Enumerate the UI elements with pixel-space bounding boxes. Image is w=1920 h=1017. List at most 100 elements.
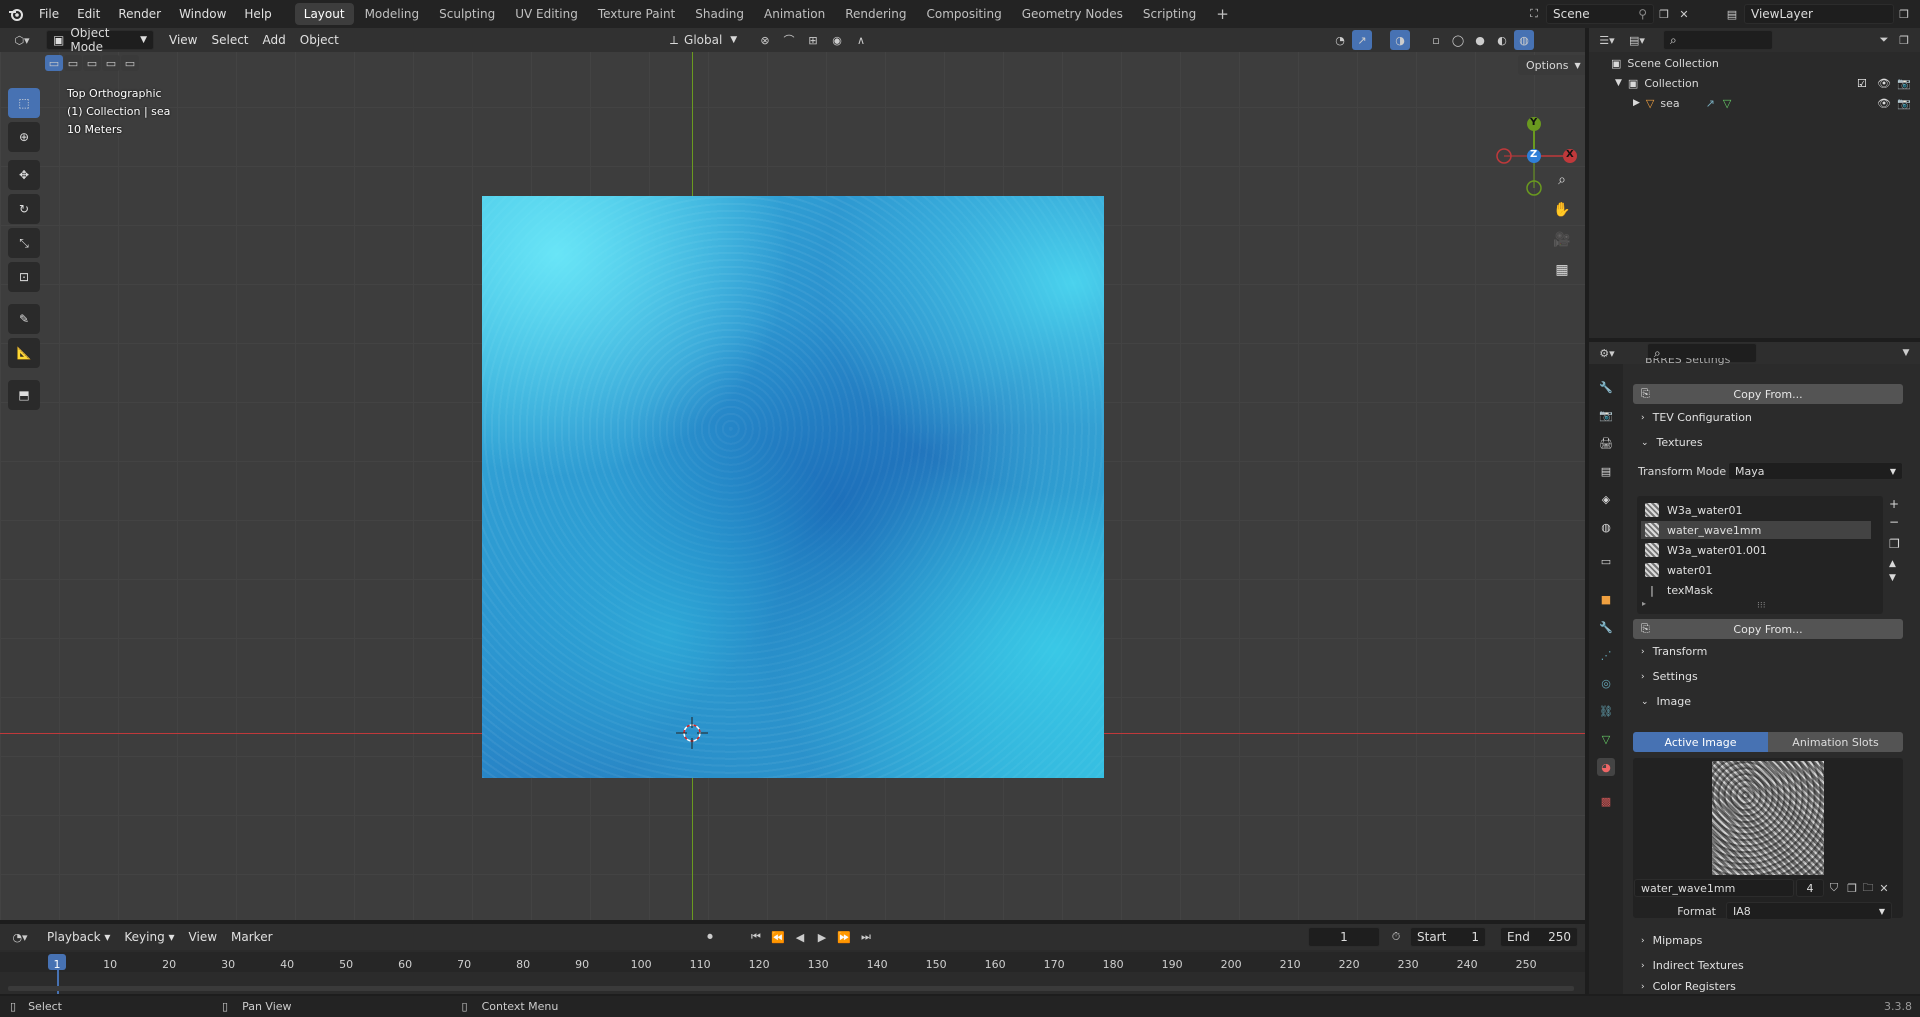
current-frame-field[interactable]: 1 — [1308, 927, 1380, 947]
view-layer-icon[interactable]: ▤ — [1722, 4, 1742, 24]
menu-select[interactable]: Select — [204, 33, 255, 47]
list-resize-handle[interactable]: ⁝⁝⁝ — [1757, 601, 1766, 611]
remove-texture-icon[interactable]: − — [1889, 515, 1900, 529]
3d-cursor-icon[interactable] — [676, 717, 708, 749]
menu-file[interactable]: File — [30, 0, 68, 28]
transform-panel[interactable]: › Transform — [1641, 645, 1707, 658]
list-filter-icon[interactable]: ▸ — [1642, 599, 1646, 608]
falloff-icon[interactable]: ∧ — [851, 30, 871, 50]
menu-playback[interactable]: Playback ▾ — [40, 930, 117, 944]
eye-icon[interactable]: 👁 — [1877, 77, 1891, 90]
menu-object[interactable]: Object — [293, 33, 346, 47]
pan-hand-icon[interactable]: ✋ — [1549, 197, 1575, 223]
snap-icon[interactable]: ⌒ — [779, 30, 799, 50]
select-subtract-icon[interactable]: ▭ — [83, 55, 101, 71]
tab-layout[interactable]: Layout — [294, 3, 354, 25]
move-down-icon[interactable]: ▼ — [1889, 573, 1900, 583]
material-tab-icon[interactable]: ◕ — [1597, 758, 1615, 776]
image-users-count[interactable]: 4 — [1796, 879, 1824, 897]
list-item[interactable]: W3a_water01.001 — [1641, 541, 1871, 559]
outliner-scene-collection[interactable]: ▣ Scene Collection — [1589, 53, 1920, 73]
select-extend-icon[interactable]: ▭ — [64, 55, 82, 71]
physics-tab-icon[interactable]: ◎ — [1597, 674, 1615, 692]
list-item[interactable]: water_wave1mm — [1641, 521, 1871, 539]
modifier-icon[interactable]: ↗ — [1706, 97, 1715, 110]
3d-viewport[interactable]: ⬡▾ ▣ Object Mode ▼ View Select Add Objec… — [0, 28, 1585, 920]
transform-mode-select[interactable]: Maya ▼ — [1728, 462, 1903, 480]
view-layer-tab-icon[interactable]: ▤ — [1597, 462, 1615, 480]
mipmaps-panel[interactable]: › Mipmaps — [1641, 934, 1702, 947]
pivot-icon[interactable]: ⊗ — [755, 30, 775, 50]
pin-icon[interactable]: ⚲ — [1638, 7, 1647, 21]
collection-tab-icon[interactable]: ▭ — [1597, 552, 1615, 570]
play-icon[interactable]: ▶ — [812, 927, 832, 947]
select-new-icon[interactable]: ▭ — [45, 55, 63, 71]
output-tab-icon[interactable]: 🖨 — [1597, 434, 1615, 452]
filter-icon[interactable]: ⏷ — [1874, 30, 1894, 50]
scene-name-field[interactable]: Scene ⚲ — [1546, 4, 1654, 24]
texture-tab-icon[interactable]: ▩ — [1597, 792, 1615, 810]
new-view-layer-icon[interactable]: ❐ — [1894, 4, 1914, 24]
blender-logo-icon[interactable] — [6, 4, 26, 24]
list-item[interactable]: | texMask — [1641, 581, 1871, 599]
tab-geometry-nodes[interactable]: Geometry Nodes — [1013, 3, 1132, 25]
image-panel[interactable]: ⌄ Image — [1641, 695, 1691, 708]
menu-view[interactable]: View — [182, 930, 224, 944]
outliner-item-sea[interactable]: ▶ ▽ sea ↗ ▽ 👁 📷 — [1589, 93, 1920, 113]
rendered-shading-icon[interactable]: ◍ — [1514, 30, 1534, 50]
timeline-scrollbar[interactable] — [8, 986, 1574, 991]
measure-tool-icon[interactable]: 📐 — [8, 338, 40, 368]
tab-modeling[interactable]: Modeling — [356, 3, 429, 25]
brres-settings-header[interactable]: BRRES Settings — [1645, 358, 1730, 366]
chevron-down-icon[interactable]: ▼ — [1896, 343, 1916, 363]
editor-type-icon[interactable]: ⬡▾ — [12, 30, 32, 50]
select-intersect-icon[interactable]: ▭ — [121, 55, 139, 71]
display-mode-icon[interactable]: ▤▾ — [1627, 30, 1647, 50]
list-item[interactable]: W3a_water01 — [1641, 501, 1871, 519]
outliner-item-collection[interactable]: ▼ ▣ Collection ☑ 👁 📷 — [1589, 73, 1920, 93]
object-tab-icon[interactable]: ■ — [1597, 590, 1615, 608]
image-name-field[interactable]: water_wave1mm — [1634, 879, 1794, 897]
properties-editor-icon[interactable]: ⚙▾ — [1597, 343, 1617, 363]
outliner-search-input[interactable]: ⌕ — [1663, 30, 1773, 50]
exclude-checkbox[interactable]: ☑ — [1857, 77, 1867, 90]
end-frame-field[interactable]: End 250 — [1500, 927, 1578, 947]
tab-scripting[interactable]: Scripting — [1134, 3, 1205, 25]
scene-icon[interactable]: ⛶ — [1524, 4, 1544, 24]
new-image-icon[interactable]: ❐ — [1844, 878, 1860, 898]
tab-texture-paint[interactable]: Texture Paint — [589, 3, 684, 25]
start-frame-field[interactable]: Start 1 — [1410, 927, 1486, 947]
render-camera-icon[interactable]: 📷 — [1897, 97, 1911, 110]
textures-panel[interactable]: ⌄ Textures — [1641, 436, 1703, 449]
next-keyframe-icon[interactable]: ⏩ — [834, 927, 854, 947]
chevron-down-icon[interactable]: ▼ — [1615, 78, 1622, 88]
transform-orientation[interactable]: ⟂ Global ▼ — [670, 30, 737, 50]
render-tab-icon[interactable]: 📷 — [1597, 406, 1615, 424]
scale-tool-icon[interactable]: ⤡ — [8, 228, 40, 258]
play-reverse-icon[interactable]: ◀ — [790, 927, 810, 947]
copy-from-button-2[interactable]: ⎘ Copy From... — [1633, 619, 1903, 639]
solid-shading-icon[interactable]: ● — [1470, 30, 1490, 50]
material-shading-icon[interactable]: ◐ — [1492, 30, 1512, 50]
delete-view-layer-icon[interactable]: ✕ — [1914, 4, 1920, 24]
list-item[interactable]: water01 — [1641, 561, 1871, 579]
transform-tool-icon[interactable]: ⊡ — [8, 262, 40, 292]
mode-selector[interactable]: ▣ Object Mode ▼ — [46, 28, 154, 54]
tab-sculpting[interactable]: Sculpting — [430, 3, 504, 25]
tab-animation[interactable]: Animation — [755, 3, 834, 25]
indirect-textures-panel[interactable]: › Indirect Textures — [1641, 959, 1744, 972]
modifier-tab-icon[interactable]: 🔧 — [1597, 618, 1615, 636]
tool-tab-icon[interactable]: 🔧 — [1597, 378, 1615, 396]
move-up-icon[interactable]: ▲ — [1889, 559, 1900, 569]
constraints-tab-icon[interactable]: ⛓ — [1597, 702, 1615, 720]
prev-keyframe-icon[interactable]: ⏪ — [768, 927, 788, 947]
tev-configuration-panel[interactable]: › TEV Configuration — [1641, 411, 1752, 424]
add-cube-tool-icon[interactable]: ⬒ — [8, 380, 40, 410]
menu-edit[interactable]: Edit — [68, 0, 109, 28]
rotate-tool-icon[interactable]: ↻ — [8, 194, 40, 224]
outliner-editor-icon[interactable]: ☰▾ — [1597, 30, 1617, 50]
overlay-toggle-icon[interactable]: ◑ — [1390, 30, 1410, 50]
scene-tab-icon[interactable]: ◈ — [1597, 490, 1615, 508]
menu-add[interactable]: Add — [256, 33, 293, 47]
menu-window[interactable]: Window — [170, 0, 235, 28]
